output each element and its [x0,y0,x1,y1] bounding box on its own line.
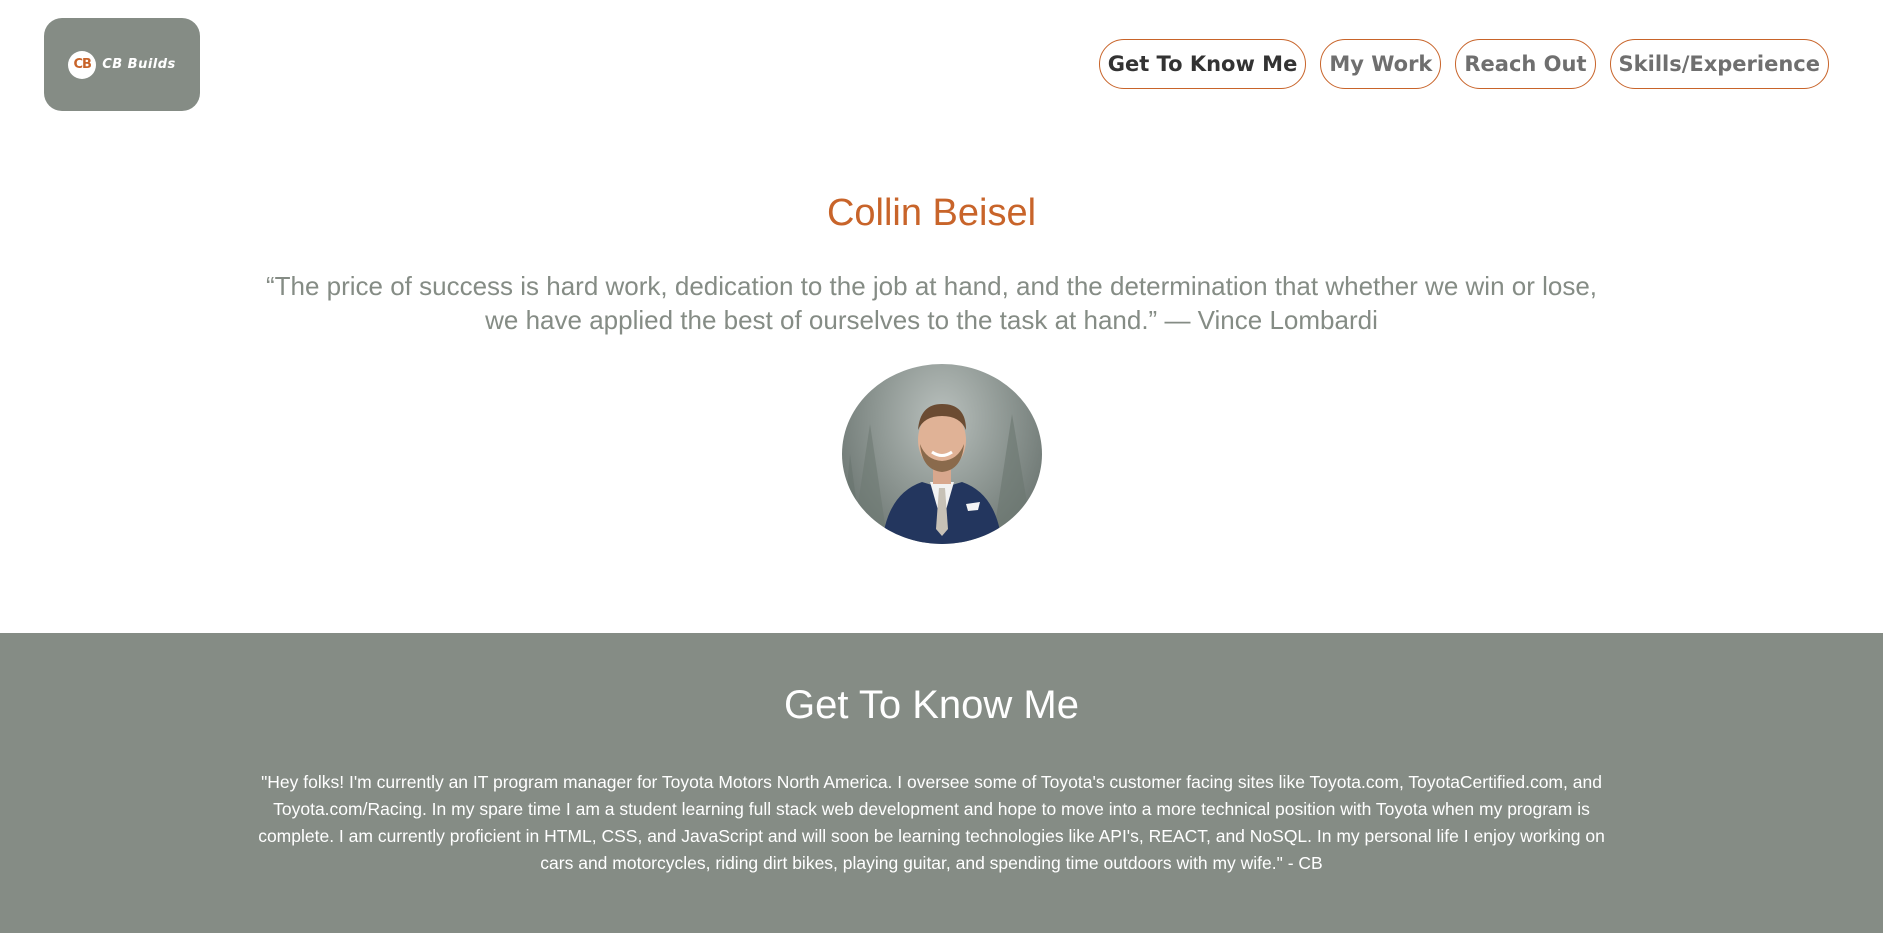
nav-my-work-button[interactable]: My Work [1320,39,1442,89]
logo-badge-icon: CB [68,50,97,79]
hero-quote: “The price of success is hard work, dedi… [265,271,1598,335]
site-logo[interactable]: CB CB Builds [44,18,200,111]
about-title: Get To Know Me [784,683,1079,727]
profile-photo [842,364,1042,544]
profile-photo-illustration [842,404,1034,544]
nav-reach-out-button[interactable]: Reach Out [1455,39,1596,89]
page: CB CB Builds Get To Know Me My Work Reac… [0,0,1883,933]
hero-name: Collin Beisel [826,192,1037,234]
about-section: Get To Know Me "Hey folks! I'm currently… [0,633,1883,933]
nav-skills-experience-button[interactable]: Skills/Experience [1609,39,1829,89]
about-text: "Hey folks! I'm currently an IT program … [258,772,1605,873]
main-nav: Get To Know Me My Work Reach Out Skills/… [1098,39,1829,89]
logo-text: CB Builds [102,57,176,72]
nav-get-to-know-me-button[interactable]: Get To Know Me [1098,39,1307,89]
